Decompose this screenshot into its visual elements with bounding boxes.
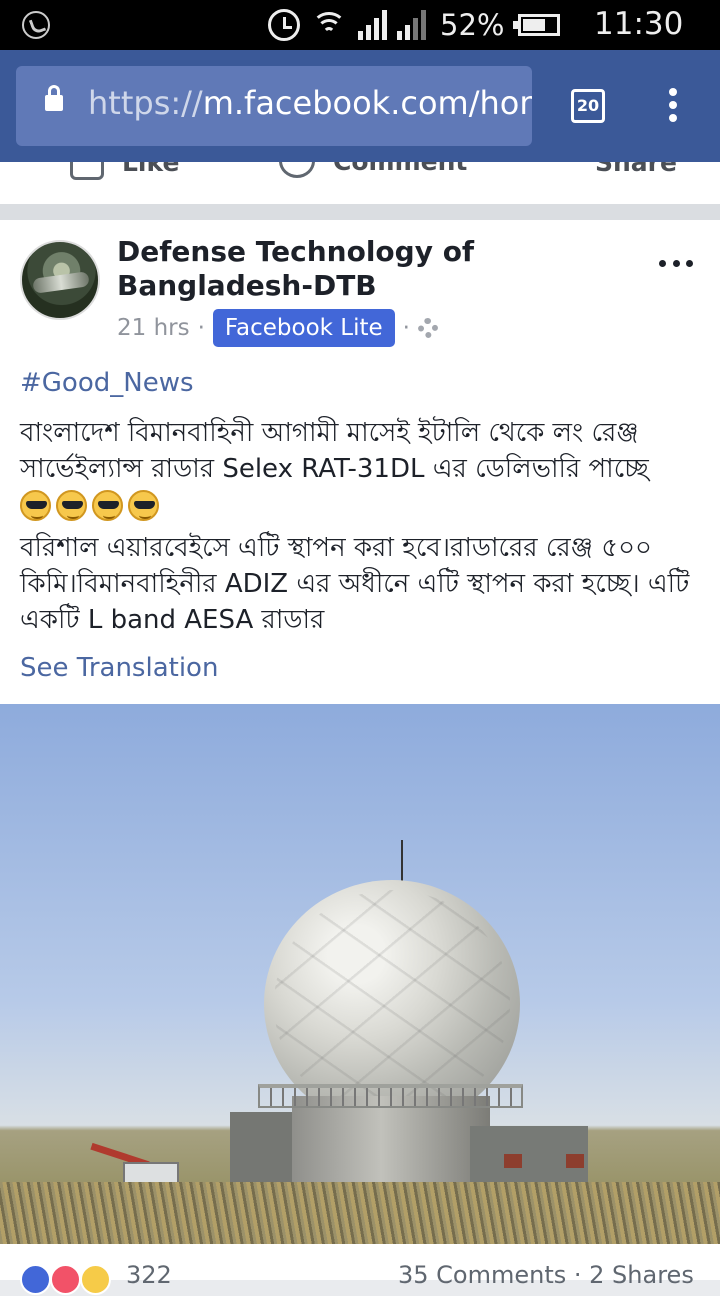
second-signal-icon xyxy=(397,10,426,40)
page-name[interactable]: Defense Technology of Bangladesh-DTB xyxy=(117,235,617,303)
see-translation-link[interactable]: See Translation xyxy=(20,650,704,686)
post-text: #Good_News বাংলাদেশ বিমানবাহিনী আগামী মা… xyxy=(20,365,704,686)
grass-field xyxy=(0,1182,720,1244)
facebook-post: Defense Technology of Bangladesh-DTB 21 … xyxy=(0,220,720,1295)
shares-count[interactable]: 2 Shares xyxy=(589,1261,694,1289)
audience-gear-icon[interactable] xyxy=(417,318,438,338)
sunglasses-emoji-row xyxy=(20,487,704,525)
sunglasses-emoji-icon xyxy=(128,490,159,521)
previous-post-actions: Like Comment Share xyxy=(0,162,720,204)
post-paragraph-2: বরিশাল এয়ারবেইসে এটি স্থাপন করা হবে।রাড… xyxy=(20,533,690,635)
post-paragraph-1: বাংলাদেশ বিমানবাহিনী আগামী মাসেই ইটালি থ… xyxy=(20,418,649,484)
battery-percentage: 52% xyxy=(440,8,505,42)
url-scheme: https:// xyxy=(88,84,203,122)
sunglasses-emoji-icon xyxy=(92,490,123,521)
browser-toolbar: https://m.facebook.com/home 20 xyxy=(0,50,720,162)
sunglasses-emoji-icon xyxy=(20,490,51,521)
tabs-button[interactable]: 20 xyxy=(571,89,605,123)
tower-railing xyxy=(258,1084,523,1108)
signal-icon xyxy=(358,10,387,40)
post-options-icon[interactable] xyxy=(659,260,693,270)
comment-label: Comment xyxy=(333,162,467,176)
comments-count[interactable]: 35 Comments xyxy=(398,1261,566,1289)
like-button[interactable]: Like xyxy=(70,162,179,180)
phone-status-icon xyxy=(22,11,50,39)
status-bar: 52% 11:30 am xyxy=(0,0,720,76)
radar-photo[interactable] xyxy=(0,704,720,1244)
alarm-icon xyxy=(268,9,300,41)
address-bar[interactable]: https://m.facebook.com/home xyxy=(16,66,532,146)
antenna-mast xyxy=(401,840,403,886)
clock-time: 11:30 xyxy=(594,6,684,42)
like-label: Like xyxy=(122,162,180,177)
wifi-icon xyxy=(310,9,348,41)
reaction-summary[interactable]: 322 35 Comments · 2 Shares xyxy=(20,1260,710,1296)
meta-separator-2: · xyxy=(402,315,410,341)
page-avatar[interactable] xyxy=(20,240,100,320)
meta-separator-1: · xyxy=(197,315,205,341)
comments-shares-summary[interactable]: 35 Comments · 2 Shares xyxy=(398,1261,694,1289)
reaction-count[interactable]: 322 xyxy=(126,1261,172,1289)
share-button[interactable]: Share xyxy=(534,162,677,180)
sunglasses-emoji-icon xyxy=(56,490,87,521)
facebook-lite-badge[interactable]: Facebook Lite xyxy=(212,309,395,347)
post-time[interactable]: 21 hrs xyxy=(117,315,190,341)
more-options-icon[interactable] xyxy=(667,88,679,126)
share-label: Share xyxy=(595,162,677,177)
share-icon xyxy=(534,162,586,180)
url-domain-path: m.facebook.com/home xyxy=(202,84,532,122)
feed-divider xyxy=(0,204,720,220)
hashtag-link[interactable]: #Good_News xyxy=(20,365,704,401)
comment-button[interactable]: Comment xyxy=(279,162,467,178)
url-text: https://m.facebook.com/home xyxy=(88,84,532,122)
lock-icon xyxy=(45,85,63,111)
comment-icon xyxy=(279,162,315,178)
thumbs-up-icon xyxy=(70,162,104,180)
battery-icon xyxy=(513,14,561,36)
status-icons: 52% xyxy=(268,8,561,42)
post-meta: 21 hrs · Facebook Lite · xyxy=(117,308,438,348)
